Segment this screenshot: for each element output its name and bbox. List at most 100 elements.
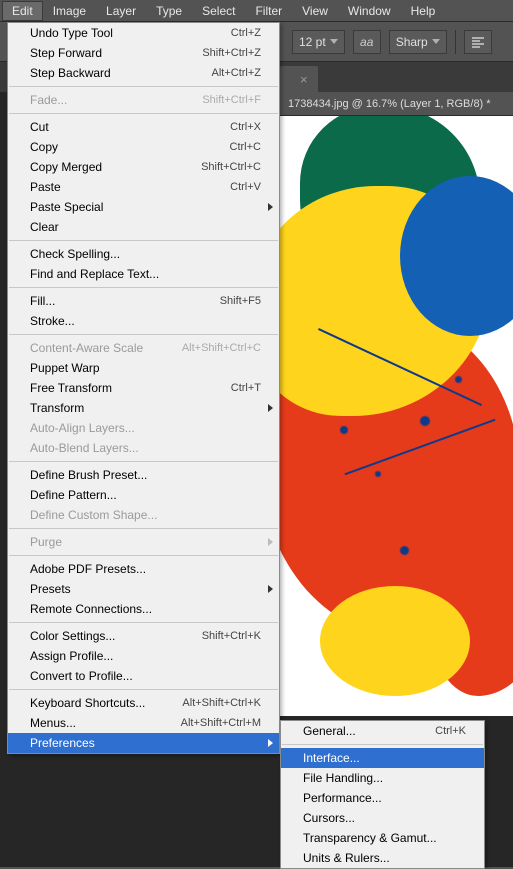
menu-filter[interactable]: Filter: [245, 1, 292, 21]
menu-item-label: General...: [303, 724, 356, 738]
antialias-mode-field[interactable]: Sharp: [389, 30, 447, 54]
edit-item-purge: Purge: [8, 532, 279, 552]
menu-separator: [9, 622, 278, 623]
edit-item-copy[interactable]: CopyCtrl+C: [8, 137, 279, 157]
edit-item-adobe-pdf-presets[interactable]: Adobe PDF Presets...: [8, 559, 279, 579]
menu-item-shortcut: Alt+Shift+Ctrl+C: [182, 342, 261, 354]
prefs-item-file-handling[interactable]: File Handling...: [281, 768, 484, 788]
edit-item-find-and-replace-text[interactable]: Find and Replace Text...: [8, 264, 279, 284]
edit-item-assign-profile[interactable]: Assign Profile...: [8, 646, 279, 666]
menu-item-label: Fill...: [30, 294, 55, 308]
prefs-item-units-rulers[interactable]: Units & Rulers...: [281, 848, 484, 868]
menu-item-label: Performance...: [303, 791, 382, 805]
edit-item-fill[interactable]: Fill...Shift+F5: [8, 291, 279, 311]
menu-bar: Edit Image Layer Type Select Filter View…: [0, 0, 513, 22]
menu-item-shortcut: Alt+Ctrl+Z: [211, 67, 261, 79]
menu-item-label: Define Brush Preset...: [30, 468, 147, 482]
menu-item-shortcut: Ctrl+C: [230, 141, 261, 153]
edit-item-content-aware-scale: Content-Aware ScaleAlt+Shift+Ctrl+C: [8, 338, 279, 358]
menu-layer[interactable]: Layer: [96, 1, 146, 21]
edit-item-auto-align-layers: Auto-Align Layers...: [8, 418, 279, 438]
document-canvas[interactable]: [280, 116, 513, 716]
menu-item-shortcut: Ctrl+K: [435, 725, 466, 737]
menu-item-label: Step Backward: [30, 66, 111, 80]
menu-item-label: Paste Special: [30, 200, 103, 214]
edit-item-cut[interactable]: CutCtrl+X: [8, 117, 279, 137]
menu-separator: [9, 240, 278, 241]
menu-item-shortcut: Shift+Ctrl+F: [202, 94, 261, 106]
menu-separator: [9, 86, 278, 87]
menu-select[interactable]: Select: [192, 1, 245, 21]
menu-item-shortcut: Shift+Ctrl+Z: [202, 47, 261, 59]
menu-item-label: Transform: [30, 401, 84, 415]
menu-item-label: Presets: [30, 582, 71, 596]
menu-item-label: Transparency & Gamut...: [303, 831, 437, 845]
edit-item-convert-to-profile[interactable]: Convert to Profile...: [8, 666, 279, 686]
close-icon[interactable]: ×: [300, 72, 308, 87]
menu-window[interactable]: Window: [338, 1, 401, 21]
menu-item-label: Preferences: [30, 736, 95, 750]
menu-item-shortcut: Shift+Ctrl+K: [202, 630, 261, 642]
paint-yellow2: [320, 586, 470, 696]
edit-item-stroke[interactable]: Stroke...: [8, 311, 279, 331]
menu-item-label: Interface...: [303, 751, 360, 765]
menu-item-shortcut: Alt+Shift+Ctrl+K: [182, 697, 261, 709]
edit-item-undo-type-tool[interactable]: Undo Type ToolCtrl+Z: [8, 23, 279, 43]
menu-item-label: Define Pattern...: [30, 488, 117, 502]
menu-item-label: Units & Rulers...: [303, 851, 390, 865]
edit-item-check-spelling[interactable]: Check Spelling...: [8, 244, 279, 264]
prefs-item-transparency-gamut[interactable]: Transparency & Gamut...: [281, 828, 484, 848]
prefs-item-cursors[interactable]: Cursors...: [281, 808, 484, 828]
edit-item-paste[interactable]: PasteCtrl+V: [8, 177, 279, 197]
menu-item-shortcut: Alt+Shift+Ctrl+M: [181, 717, 261, 729]
menu-item-label: Clear: [30, 220, 59, 234]
prefs-item-interface[interactable]: Interface...: [281, 748, 484, 768]
edit-item-define-brush-preset[interactable]: Define Brush Preset...: [8, 465, 279, 485]
edit-item-copy-merged[interactable]: Copy MergedShift+Ctrl+C: [8, 157, 279, 177]
font-size-field[interactable]: 12 pt: [292, 30, 345, 54]
edit-item-color-settings[interactable]: Color Settings... Shift+Ctrl+K: [8, 626, 279, 646]
menu-item-label: Step Forward: [30, 46, 102, 60]
edit-item-define-custom-shape: Define Custom Shape...: [8, 505, 279, 525]
menu-image[interactable]: Image: [43, 1, 96, 21]
menu-separator: [9, 555, 278, 556]
edit-item-paste-special[interactable]: Paste Special: [8, 197, 279, 217]
menu-item-label: Stroke...: [30, 314, 75, 328]
submenu-arrow-icon: [268, 585, 273, 593]
edit-item-keyboard-shortcuts[interactable]: Keyboard Shortcuts...Alt+Shift+Ctrl+K: [8, 693, 279, 713]
menu-item-shortcut: Ctrl+T: [231, 382, 261, 394]
align-left-button[interactable]: [464, 30, 492, 54]
edit-item-preferences[interactable]: Preferences: [8, 733, 279, 753]
prefs-item-performance[interactable]: Performance...: [281, 788, 484, 808]
edit-item-transform[interactable]: Transform: [8, 398, 279, 418]
prefs-item-general[interactable]: General... Ctrl+K: [281, 721, 484, 741]
edit-item-remote-connections[interactable]: Remote Connections...: [8, 599, 279, 619]
divider: [455, 30, 456, 54]
menu-item-label: Define Custom Shape...: [30, 508, 157, 522]
menu-item-label: Paste: [30, 180, 61, 194]
menu-view[interactable]: View: [292, 1, 338, 21]
edit-item-puppet-warp[interactable]: Puppet Warp: [8, 358, 279, 378]
menu-type[interactable]: Type: [146, 1, 192, 21]
document-title: 1738434.jpg @ 16.7% (Layer 1, RGB/8) *: [280, 92, 513, 116]
edit-item-step-backward[interactable]: Step Backward Alt+Ctrl+Z: [8, 63, 279, 83]
edit-item-define-pattern[interactable]: Define Pattern...: [8, 485, 279, 505]
edit-item-step-forward[interactable]: Step Forward Shift+Ctrl+Z: [8, 43, 279, 63]
submenu-arrow-icon: [268, 203, 273, 211]
menu-help[interactable]: Help: [401, 1, 446, 21]
edit-item-clear[interactable]: Clear: [8, 217, 279, 237]
edit-item-presets[interactable]: Presets: [8, 579, 279, 599]
antialias-icon: aa: [353, 30, 381, 54]
edit-item-free-transform[interactable]: Free TransformCtrl+T: [8, 378, 279, 398]
menu-item-label: Color Settings...: [30, 629, 115, 643]
chevron-down-icon: [330, 39, 338, 44]
menu-edit[interactable]: Edit: [2, 1, 43, 21]
menu-separator: [282, 744, 483, 745]
document-tab[interactable]: ×: [280, 66, 318, 92]
menu-item-label: Adobe PDF Presets...: [30, 562, 146, 576]
submenu-arrow-icon: [268, 739, 273, 747]
menu-item-label: Undo Type Tool: [30, 26, 113, 40]
edit-item-menus[interactable]: Menus...Alt+Shift+Ctrl+M: [8, 713, 279, 733]
menu-item-label: File Handling...: [303, 771, 383, 785]
chevron-down-icon: [432, 39, 440, 44]
